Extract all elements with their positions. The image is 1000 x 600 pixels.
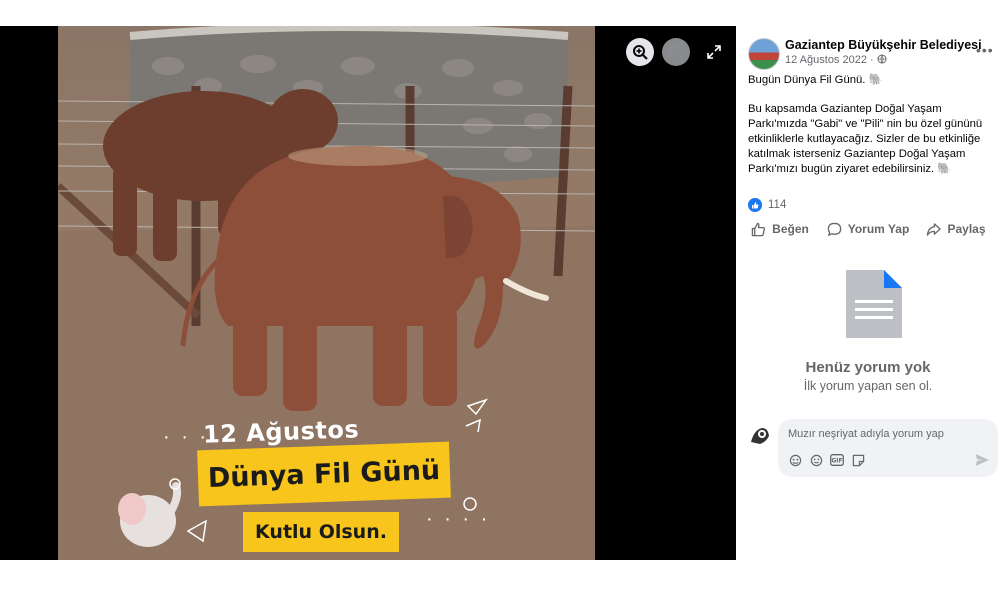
more-dots-icon: ••• <box>976 42 994 58</box>
share-arrow-icon <box>927 222 942 236</box>
post-text-line: Bugün Dünya Fil Günü. 🐘 <box>748 74 883 86</box>
comment-composer: GIF <box>778 419 998 477</box>
send-icon[interactable] <box>974 452 990 468</box>
comment-label: Yorum Yap <box>847 222 910 236</box>
post-text-body: Bu kapsamda Gaziantep Doğal Yaşam Parkı'… <box>748 103 983 175</box>
overlay-subtitle-banner: Kutlu Olsun. <box>243 512 399 552</box>
decor-dots: · · · · <box>426 508 491 530</box>
sticker-button[interactable] <box>851 453 865 467</box>
globe-icon <box>877 54 887 64</box>
emoji-icon <box>810 454 822 466</box>
post-actions: Beğen Yorum Yap Paylaş <box>736 216 1000 242</box>
comment-bubble-icon <box>827 222 841 236</box>
overlay-title-banner: Dünya Fil Günü <box>197 441 451 507</box>
sticker-icon <box>852 454 864 466</box>
commenter-avatar[interactable] <box>748 422 772 446</box>
page-name-link[interactable]: Gaziantep Büyükşehir Belediyesi <box>785 38 982 52</box>
share-button[interactable]: Paylaş <box>912 216 1000 242</box>
gif-icon: GIF <box>830 454 844 466</box>
overlay-subtitle: Kutlu Olsun. <box>255 521 387 543</box>
emoji-button[interactable] <box>809 453 823 467</box>
svg-text:GIF: GIF <box>831 458 842 465</box>
like-button[interactable]: Beğen <box>736 216 824 242</box>
avatar-illustration <box>748 422 772 446</box>
empty-document-icon <box>846 270 902 338</box>
more-options-button[interactable]: ••• <box>976 42 994 58</box>
like-label: Beğen <box>772 222 809 236</box>
overlay-title: Dünya Fil Günü <box>207 454 441 494</box>
zoom-out-icon <box>669 45 684 60</box>
post-timestamp[interactable]: 12 Ağustos 2022 · <box>785 54 887 66</box>
post-panel: Gaziantep Büyükşehir Belediyesi 12 Ağust… <box>736 26 1000 560</box>
page-avatar[interactable] <box>748 38 780 70</box>
post-date-text: 12 Ağustos 2022 · <box>785 54 874 66</box>
like-reaction-icon <box>748 198 762 212</box>
fullscreen-icon <box>707 45 721 59</box>
zoom-out-button[interactable] <box>662 38 690 66</box>
share-label: Paylaş <box>947 222 986 236</box>
no-comments-subtitle: İlk yorum yapan sen ol. <box>803 379 933 393</box>
avatar-sticker-icon <box>789 454 801 466</box>
overlay-date: 12 Ağustos <box>202 415 360 449</box>
zoom-in-icon <box>633 45 648 60</box>
reactions-summary[interactable]: 114 <box>748 196 786 214</box>
avatar-sticker-button[interactable] <box>788 453 802 467</box>
like-count: 114 <box>768 199 787 211</box>
zoom-in-button[interactable] <box>626 38 654 66</box>
post-photo[interactable]: · · · · · · · 12 Ağustos Dünya Fil Günü … <box>58 26 595 560</box>
comment-button[interactable]: Yorum Yap <box>824 216 912 242</box>
fullscreen-button[interactable] <box>700 38 728 66</box>
no-comments-title: Henüz yorum yok <box>805 359 931 376</box>
comment-input[interactable] <box>786 424 990 444</box>
photo-viewer: · · · · · · · 12 Ağustos Dünya Fil Günü … <box>0 26 736 560</box>
thumbs-up-icon <box>751 222 766 236</box>
gif-button[interactable]: GIF <box>830 453 844 467</box>
